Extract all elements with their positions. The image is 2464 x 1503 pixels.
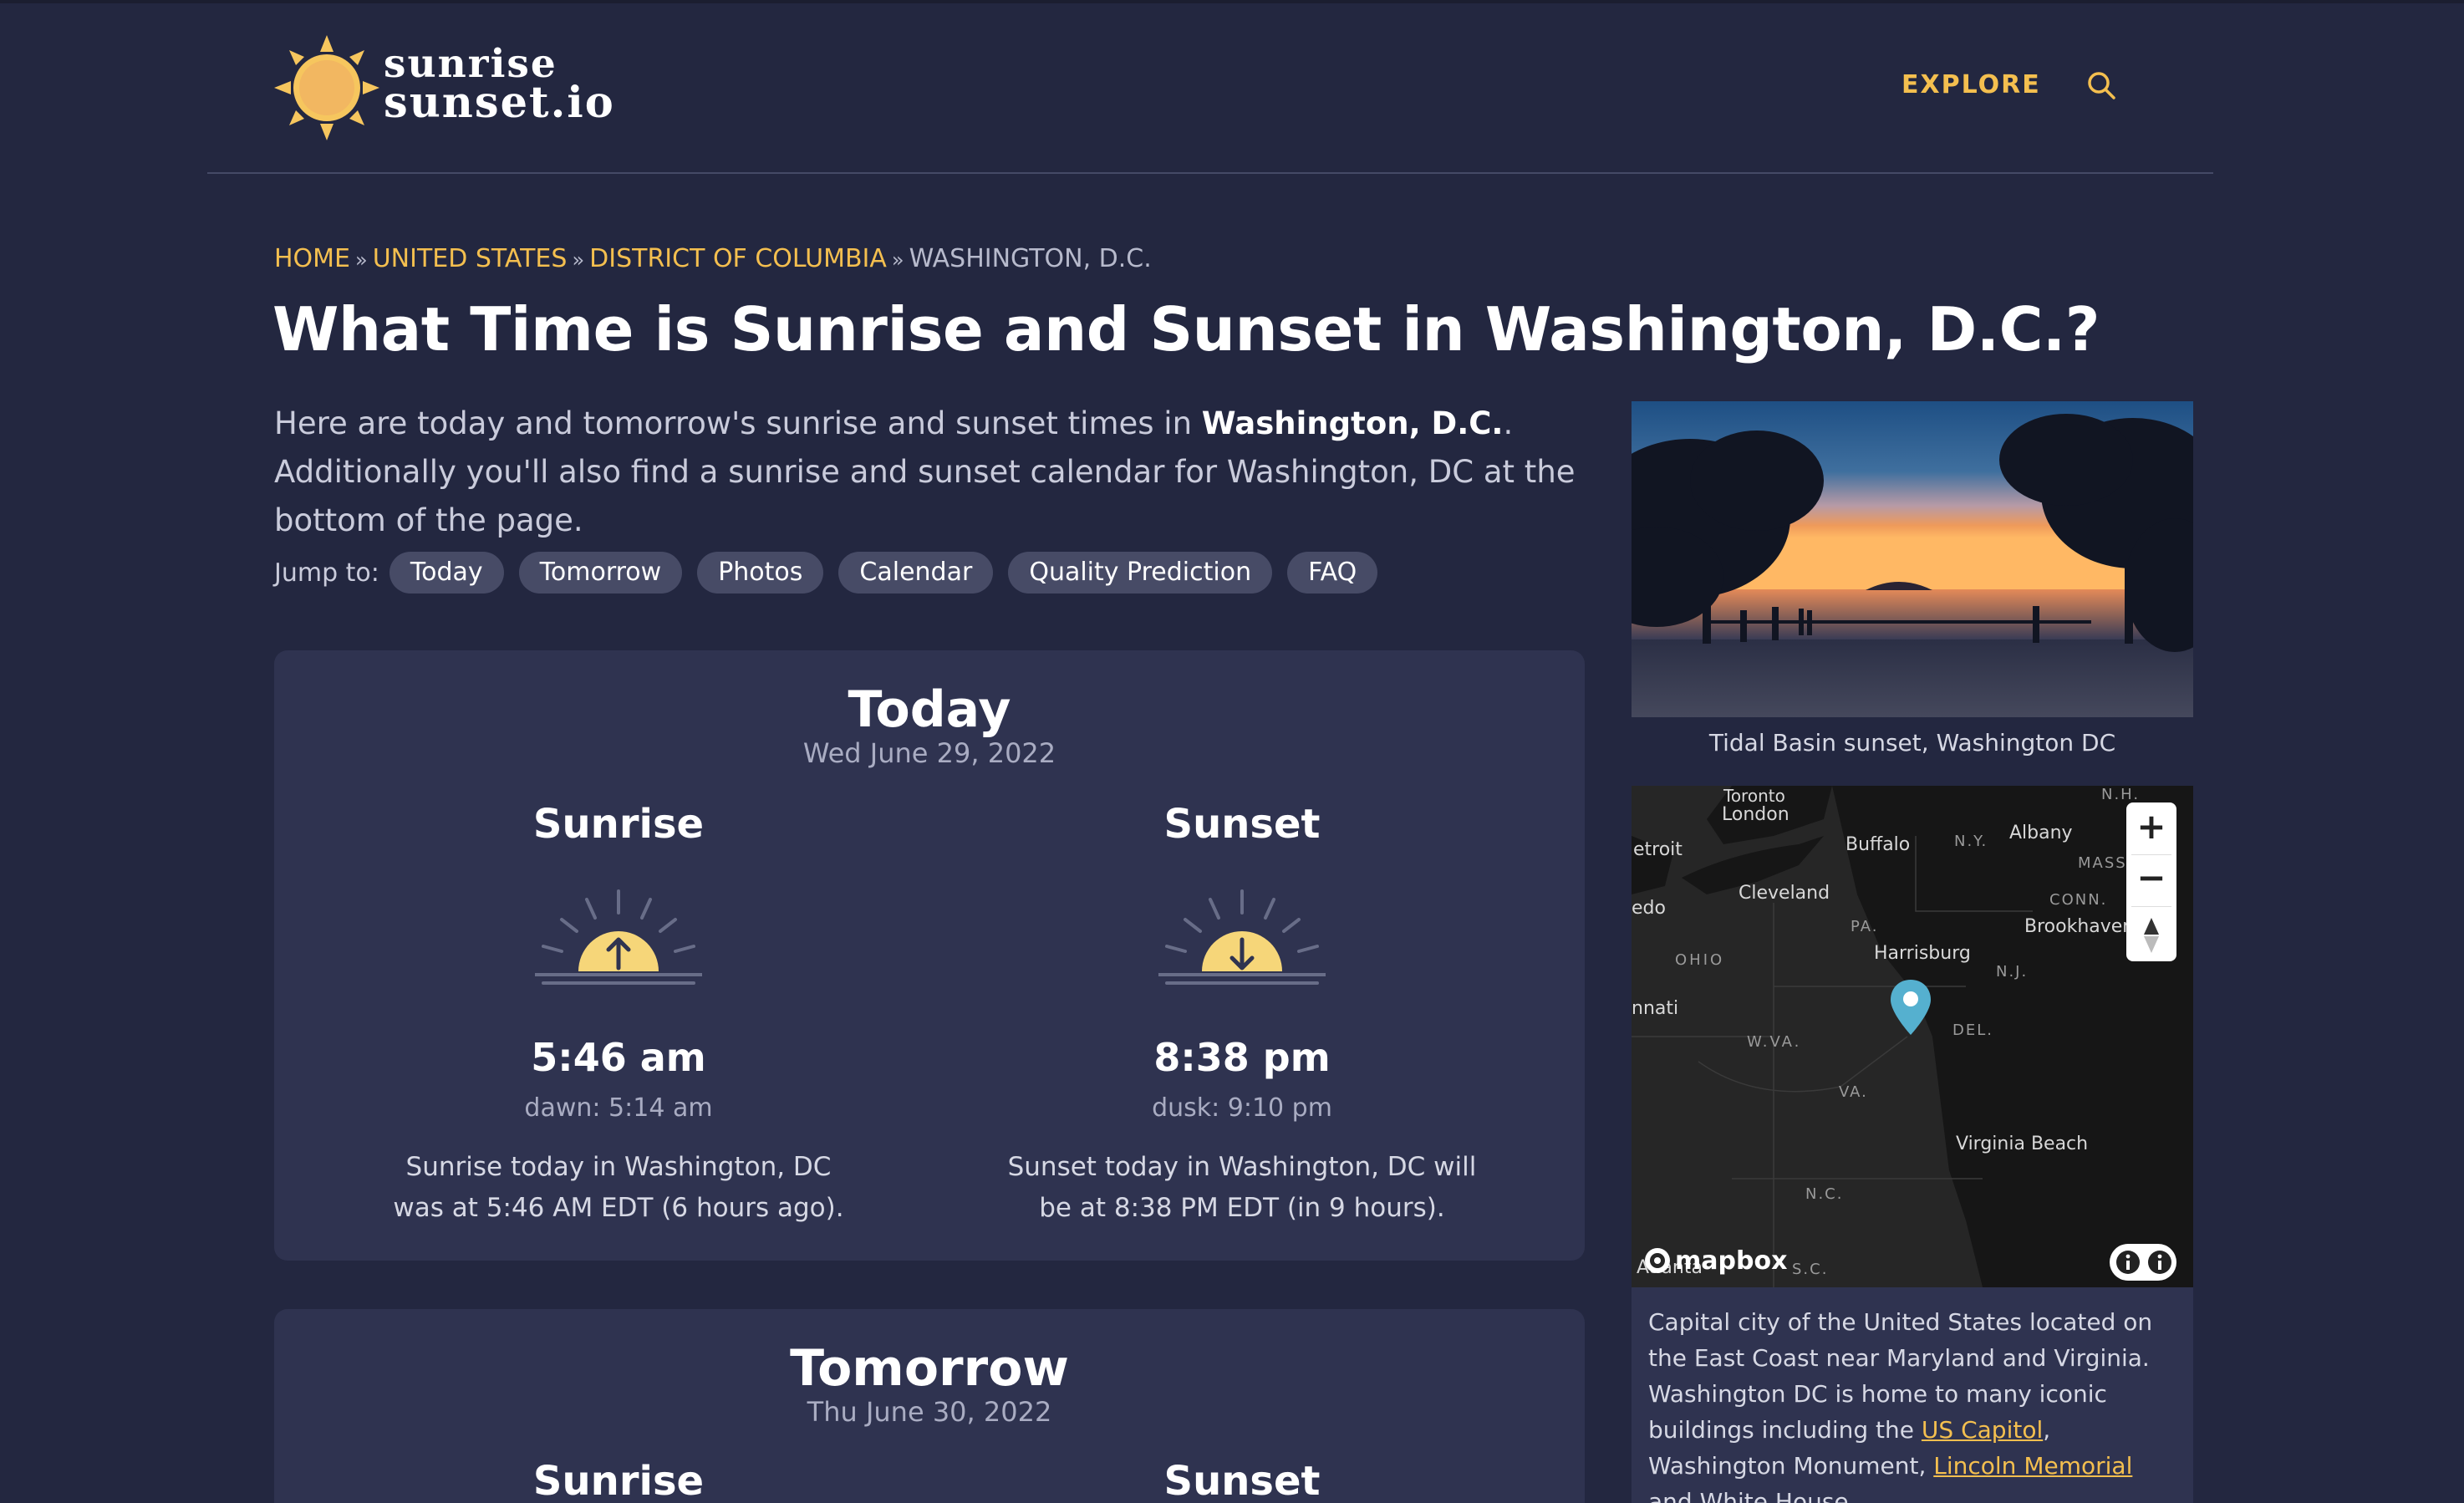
lincoln-memorial-link[interactable]: Lincoln Memorial [1933, 1452, 2132, 1480]
header-divider [207, 172, 2213, 174]
map-label-wva: W.VA. [1747, 1033, 1802, 1051]
map-label-conn: CONN. [2049, 891, 2108, 909]
mapbox-wordmark: mapbox [1675, 1246, 1788, 1276]
jump-faq[interactable]: FAQ [1287, 552, 1378, 594]
jump-to-label: Jump to: [274, 558, 379, 588]
page-title: What Time is Sunrise and Sunset in Washi… [272, 294, 2100, 364]
map-label-ohio: OHIO [1675, 951, 1725, 969]
map-label-virginia-beach: Virginia Beach [1956, 1134, 2089, 1154]
explore-link[interactable]: EXPLORE [1901, 70, 2041, 99]
map-label-london: London [1722, 804, 1789, 825]
zoom-out-button[interactable]: − [2126, 854, 2176, 904]
intro-text: Here are today and tomorrow's sunrise an… [274, 405, 1576, 538]
jump-calendar[interactable]: Calendar [838, 552, 994, 594]
zoom-in-button[interactable]: + [2126, 802, 2176, 853]
breadcrumb-district-of-columbia[interactable]: DISTRICT OF COLUMBIA [589, 244, 887, 273]
city-description: Capital city of the United States locate… [1632, 1287, 2193, 1503]
map-label-pa: PA. [1851, 918, 1879, 935]
map-label-toronto: Toronto [1723, 786, 1785, 806]
today-sunrise-column: Sunrise 5:46 am dawn: 5:14 am Sunrise to… [308, 650, 929, 1261]
map-label-harrisburg: Harrisburg [1874, 943, 1971, 964]
sunrise-icon [535, 889, 702, 985]
breadcrumb-home[interactable]: HOME [274, 244, 350, 273]
us-capitol-link[interactable]: US Capitol [1922, 1416, 2043, 1444]
today-card: Today Wed June 29, 2022 Sunrise 5:46 am … [274, 650, 1585, 1261]
intro-city: Washington, D.C. [1201, 405, 1504, 441]
tomorrow-sunset-label: Sunset [1163, 1458, 1321, 1503]
dawn-time: dawn: 5:14 am [524, 1093, 713, 1123]
compass-icon[interactable] [2139, 915, 2164, 956]
breadcrumb-separator: » [891, 248, 904, 272]
top-border [0, 0, 2464, 3]
map-label-albany: Albany [2009, 823, 2073, 843]
tidal-basin-photo [1632, 401, 2193, 717]
jump-today[interactable]: Today [389, 552, 504, 594]
site-logo[interactable]: sunrise sunset.io [272, 33, 613, 142]
tomorrow-sunrise-label: Sunrise [532, 1458, 705, 1503]
dusk-time: dusk: 9:10 pm [1152, 1093, 1332, 1123]
sunset-description: Sunset today in Washington, DC will be a… [1007, 1152, 1477, 1223]
map-label-detroit: etroit [1633, 839, 1683, 860]
sunrise-description: Sunrise today in Washington, DC was at 5… [393, 1152, 844, 1223]
map-label-brookhaven: Brookhaven [2024, 916, 2135, 937]
map-attribution-toggle[interactable] [2110, 1244, 2176, 1281]
search-icon[interactable] [2085, 69, 2118, 102]
map-label-cincinnati: nnati [1632, 998, 1679, 1019]
map-label-toledo: edo [1632, 898, 1666, 919]
sunset-icon [1158, 889, 1326, 985]
breadcrumb-separator: » [355, 248, 368, 272]
tomorrow-card: Tomorrow Thu June 30, 2022 Sunrise Sunse… [274, 1309, 1585, 1503]
map-label-nh: N.H. [2101, 786, 2141, 803]
map-label-buffalo: Buffalo [1845, 834, 1911, 855]
jump-tomorrow[interactable]: Tomorrow [518, 552, 683, 594]
map-label-sc: S.C. [1792, 1261, 1829, 1278]
map-label-del: DEL. [1952, 1022, 1993, 1039]
logo-text-line2: sunset.io [384, 78, 615, 128]
map-label-ny: N.Y. [1954, 833, 1988, 850]
jump-photos[interactable]: Photos [697, 552, 824, 594]
info-icon [2116, 1251, 2140, 1274]
mapbox-logo[interactable]: mapbox [1643, 1244, 1787, 1277]
map-label-mass: MASS. [2078, 854, 2134, 872]
info-icon [2148, 1251, 2171, 1274]
breadcrumb: HOME» UNITED STATES» DISTRICT OF COLUMBIA»… [274, 244, 1152, 273]
sun-logo-icon [274, 35, 379, 140]
sunrise-time: 5:46 am [531, 1035, 706, 1080]
tomorrow-sunrise-column: Sunrise [308, 1309, 929, 1503]
map-pin-icon[interactable] [1889, 978, 1932, 1037]
tomorrow-sunset-column: Sunset [931, 1309, 1553, 1503]
map-label-cleveland: Cleveland [1739, 883, 1830, 904]
sunset-time: 8:38 pm [1153, 1035, 1331, 1080]
map-controls: + − [2126, 802, 2176, 961]
map-label-va: VA. [1839, 1083, 1868, 1101]
breadcrumb-united-states[interactable]: UNITED STATES [373, 244, 568, 273]
breadcrumb-separator: » [572, 248, 585, 272]
sunrise-label: Sunrise [532, 801, 705, 848]
today-sunset-column: Sunset 8:38 pm dusk: 9:10 pm Sunset toda… [931, 650, 1553, 1261]
jump-quality-prediction[interactable]: Quality Prediction [1008, 552, 1273, 594]
sunset-label: Sunset [1163, 801, 1321, 848]
jump-to-nav: Jump to: Today Tomorrow Photos Calendar … [274, 552, 1392, 594]
photo-caption: Tidal Basin sunset, Washington DC [1708, 729, 2116, 757]
location-map[interactable]: Toronto London etroit Buffalo N.Y. Alban… [1632, 786, 2193, 1287]
mapbox-logo-icon [1645, 1248, 1670, 1273]
map-label-nc: N.C. [1805, 1185, 1844, 1203]
breadcrumb-current: WASHINGTON, D.C. [909, 244, 1152, 273]
map-label-nj: N.J. [1996, 963, 2029, 981]
